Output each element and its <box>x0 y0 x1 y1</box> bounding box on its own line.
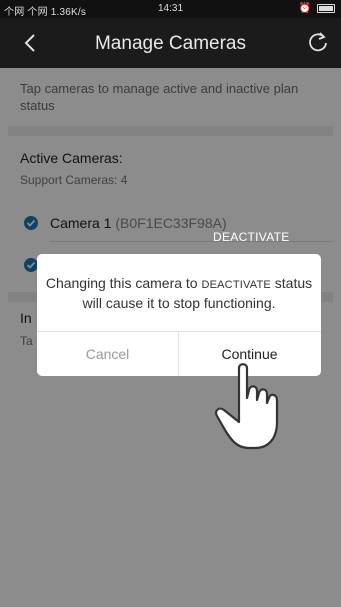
refresh-icon[interactable] <box>305 29 331 55</box>
status-bar: 个网 个网 1.36K/s 14:31 ⏰ <box>0 0 341 18</box>
status-icons: ⏰ <box>299 3 335 14</box>
nav-bar: Manage Cameras <box>0 18 341 68</box>
battery-icon <box>317 4 335 13</box>
alarm-icon: ⏰ <box>298 3 311 14</box>
pointing-hand-icon <box>215 363 279 450</box>
dialog-message: Changing this camera to DEACTIVATE statu… <box>45 274 313 312</box>
cancel-button[interactable]: Cancel <box>37 332 178 376</box>
confirm-dialog: Changing this camera to DEACTIVATE statu… <box>37 254 321 376</box>
phone-screen: 个网 个网 1.36K/s 14:31 ⏰ Manage Cameras Tap… <box>0 0 341 607</box>
dialog-message-part1: Changing this camera to <box>45 275 202 291</box>
clock: 14:31 <box>157 3 184 14</box>
page-title: Manage Cameras <box>94 33 247 54</box>
dialog-message-status: DEACTIVATE <box>201 279 271 291</box>
deactivate-tag: DEACTIVATE <box>213 230 290 244</box>
